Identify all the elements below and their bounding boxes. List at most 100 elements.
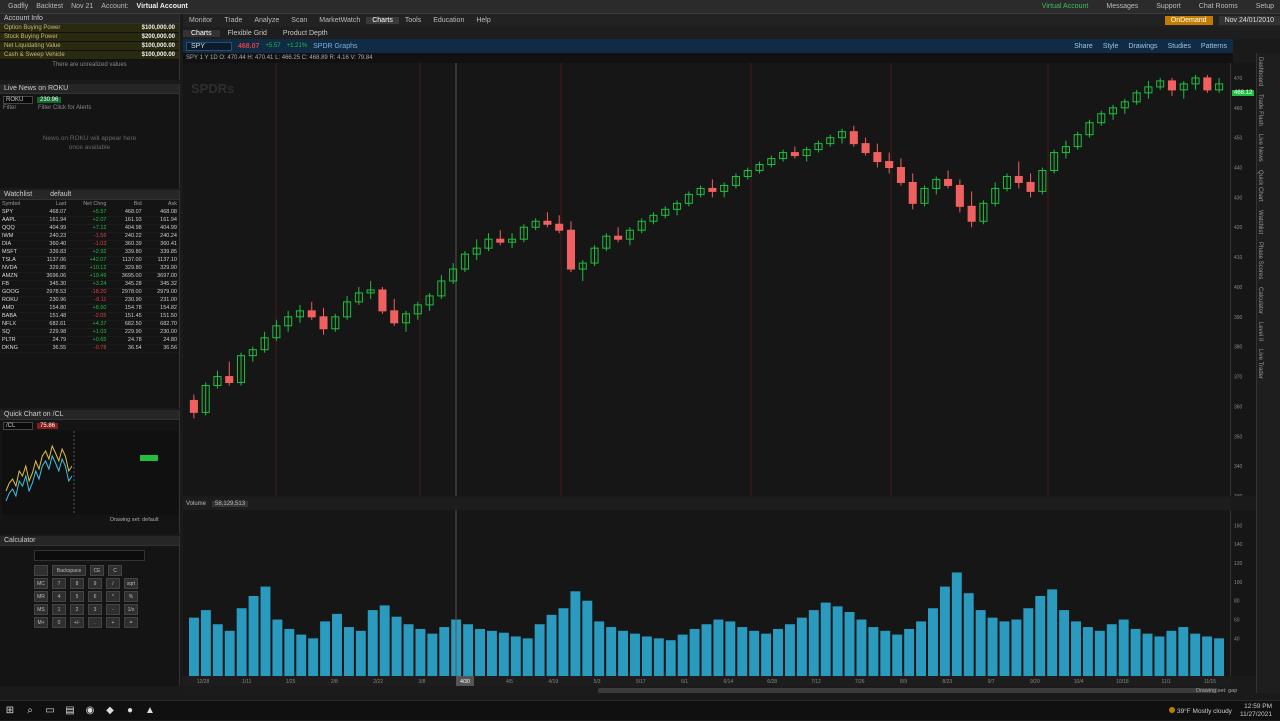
calc-key-button[interactable]: 1/x <box>124 604 138 615</box>
menu-tools[interactable]: Tools <box>399 17 427 24</box>
share-button[interactable]: Share <box>1074 43 1093 50</box>
table-row[interactable]: AAPL 161.94 +2.07 161.93 161.94 <box>0 216 179 225</box>
topbar-right-item[interactable]: Support <box>1156 3 1181 10</box>
column-header[interactable]: Last <box>33 200 68 208</box>
calc-key-button[interactable]: 4 <box>52 591 66 602</box>
column-header[interactable]: Net Chng <box>68 200 108 208</box>
browser-icon[interactable]: ◉ <box>80 701 100 721</box>
table-row[interactable]: TSLA 1137.06 +42.07 1137.00 1137.10 <box>0 256 179 265</box>
menu-education[interactable]: Education <box>427 17 470 24</box>
watchlist-name[interactable]: default <box>50 191 71 198</box>
tab-product-depth[interactable]: Product Depth <box>275 30 336 37</box>
calc-key-button[interactable]: 6 <box>88 591 102 602</box>
rtab-phase-scores[interactable]: Phase Scores <box>1257 238 1263 283</box>
calc-key-button[interactable]: + <box>106 617 120 628</box>
volume-chart[interactable] <box>183 510 1230 676</box>
search-icon[interactable]: ⌕ <box>20 701 40 721</box>
rtab-live-trader[interactable]: Live Trader <box>1257 345 1263 383</box>
task-view-icon[interactable]: ▭ <box>40 701 60 721</box>
menu-analyze[interactable]: Analyze <box>248 17 285 24</box>
table-row[interactable]: PLTR 24.79 +0.65 24.78 24.80 <box>0 336 179 345</box>
app-icon[interactable]: ◆ <box>100 701 120 721</box>
calc-key-button[interactable]: 8 <box>70 578 84 589</box>
table-row[interactable]: GOOG 2978.53 -18.20 2978.00 2979.00 <box>0 288 179 297</box>
calc-backspace-button[interactable]: Backspace <box>52 565 86 576</box>
app-icon[interactable]: ▲ <box>140 701 160 721</box>
news-filter-placeholder[interactable]: Filter Click for Alerts <box>38 105 91 111</box>
topbar-right-item[interactable]: Setup <box>1256 3 1274 10</box>
live-news-header[interactable]: Live News on ROKU <box>0 84 179 94</box>
menu-trade[interactable]: Trade <box>218 17 248 24</box>
account-info-header[interactable]: Account Info <box>0 14 179 24</box>
table-row[interactable]: SPY 468.07 +5.57 468.07 468.08 <box>0 208 179 217</box>
topbar-account[interactable]: Virtual Account <box>137 3 188 10</box>
calc-key-button[interactable]: 1 <box>52 604 66 615</box>
weather-status[interactable]: 39°F Mostly cloudy <box>1168 706 1232 715</box>
table-row[interactable]: MSFT 339.83 +2.92 339.80 339.85 <box>0 248 179 257</box>
quick-chart-svg[interactable] <box>2 431 178 515</box>
windows-start-icon[interactable]: ⊞ <box>0 701 20 721</box>
menu-scan[interactable]: Scan <box>285 17 313 24</box>
table-row[interactable]: NFLX 682.61 +4.37 682.50 682.70 <box>0 320 179 329</box>
rtab-live-news[interactable]: Live News <box>1257 130 1263 166</box>
calc-key-button[interactable]: MR <box>34 591 48 602</box>
scrollbar-thumb[interactable] <box>598 688 1218 693</box>
menu-help[interactable]: Help <box>470 17 496 24</box>
menu-monitor[interactable]: Monitor <box>183 17 218 24</box>
table-row[interactable]: AMZN 3696.06 +19.49 3695.00 3697.00 <box>0 272 179 281</box>
calc-key-button[interactable]: % <box>124 591 138 602</box>
calc-key-button[interactable]: 0 <box>52 617 66 628</box>
file-explorer-icon[interactable]: ▤ <box>60 701 80 721</box>
topbar-item[interactable]: Gadfly <box>8 3 28 10</box>
calc-key-button[interactable]: +/- <box>70 617 84 628</box>
table-row[interactable]: NVDA 329.85 +10.12 329.80 329.90 <box>0 264 179 273</box>
table-row[interactable]: DKNG 36.55 -0.78 36.54 36.56 <box>0 344 179 353</box>
topbar-right-item[interactable]: Chat Rooms <box>1199 3 1238 10</box>
ondemand-button[interactable]: OnDemand <box>1164 16 1213 25</box>
tab-flexible-grid[interactable]: Flexible Grid <box>220 30 275 37</box>
price-axis[interactable]: 470 460 450 440 430 420 410 400 390 380 370 360 350 3… <box>1230 63 1256 500</box>
quickchart-symbol[interactable]: /CL <box>3 421 33 430</box>
news-symbol-input[interactable]: ROKU <box>3 95 33 104</box>
table-row[interactable]: FB 345.30 +3.24 345.28 345.32 <box>0 280 179 289</box>
calc-key-button[interactable]: 3 <box>88 604 102 615</box>
patterns-button[interactable]: Patterns <box>1201 43 1227 50</box>
table-row[interactable]: IWM 240.23 -1.56 240.22 240.24 <box>0 232 179 241</box>
rtab-trade-flash[interactable]: Trade Flash <box>1257 90 1263 130</box>
calc-key-button[interactable]: 5 <box>70 591 84 602</box>
table-row[interactable]: BABA 151.48 -2.05 151.45 151.50 <box>0 312 179 321</box>
quick-chart-header[interactable]: Quick Chart on /CL <box>0 410 179 420</box>
watchlist-header[interactable]: Watchlist default <box>0 190 179 200</box>
calc-c-button[interactable]: C <box>108 565 122 576</box>
table-row[interactable]: AMD 154.80 +8.60 154.78 154.82 <box>0 304 179 313</box>
rtab-watchlist[interactable]: Watchlist <box>1257 206 1263 238</box>
calc-key-button[interactable]: * <box>106 591 120 602</box>
studies-button[interactable]: Studies <box>1168 43 1191 50</box>
calc-key-button[interactable]: MS <box>34 604 48 615</box>
table-row[interactable]: SQ 229.98 +1.03 229.90 230.00 <box>0 328 179 337</box>
clock[interactable]: 12:59 PM 11/27/2021 <box>1240 703 1272 719</box>
news-filter-row[interactable]: Filter Filter Click for Alerts <box>0 105 179 114</box>
calc-ce-button[interactable]: CE <box>90 565 104 576</box>
symbol-input[interactable]: SPY <box>186 41 232 51</box>
table-row[interactable]: ROKU 230.96 -9.11 230.90 231.00 <box>0 296 179 305</box>
topbar-right-item[interactable]: Virtual Account <box>1042 3 1089 10</box>
chart-scrollbar[interactable] <box>183 687 1230 695</box>
calc-key-button[interactable]: . <box>88 617 102 628</box>
column-header[interactable]: Symbol <box>0 200 33 208</box>
rtab-level-ii[interactable]: Level II <box>1257 318 1263 345</box>
drawings-button[interactable]: Drawings <box>1128 43 1157 50</box>
rtab-quick-chart[interactable]: Quick Chart <box>1257 166 1263 206</box>
menu-marketwatch[interactable]: MarketWatch <box>313 17 366 24</box>
table-row[interactable]: DIA 360.40 -1.03 360.39 360.41 <box>0 240 179 249</box>
calc-key-button[interactable]: MC <box>34 578 48 589</box>
topbar-item[interactable]: Backtest <box>36 3 63 10</box>
price-chart[interactable]: SPDRs <box>183 63 1230 496</box>
calc-key-button[interactable]: 9 <box>88 578 102 589</box>
topbar-right-item[interactable]: Messages <box>1106 3 1138 10</box>
calc-key-button[interactable]: / <box>106 578 120 589</box>
rtab-calculator[interactable]: Calculator <box>1257 283 1263 318</box>
style-button[interactable]: Style <box>1103 43 1119 50</box>
app-icon[interactable]: ● <box>120 701 140 721</box>
calc-key-button[interactable]: - <box>106 604 120 615</box>
